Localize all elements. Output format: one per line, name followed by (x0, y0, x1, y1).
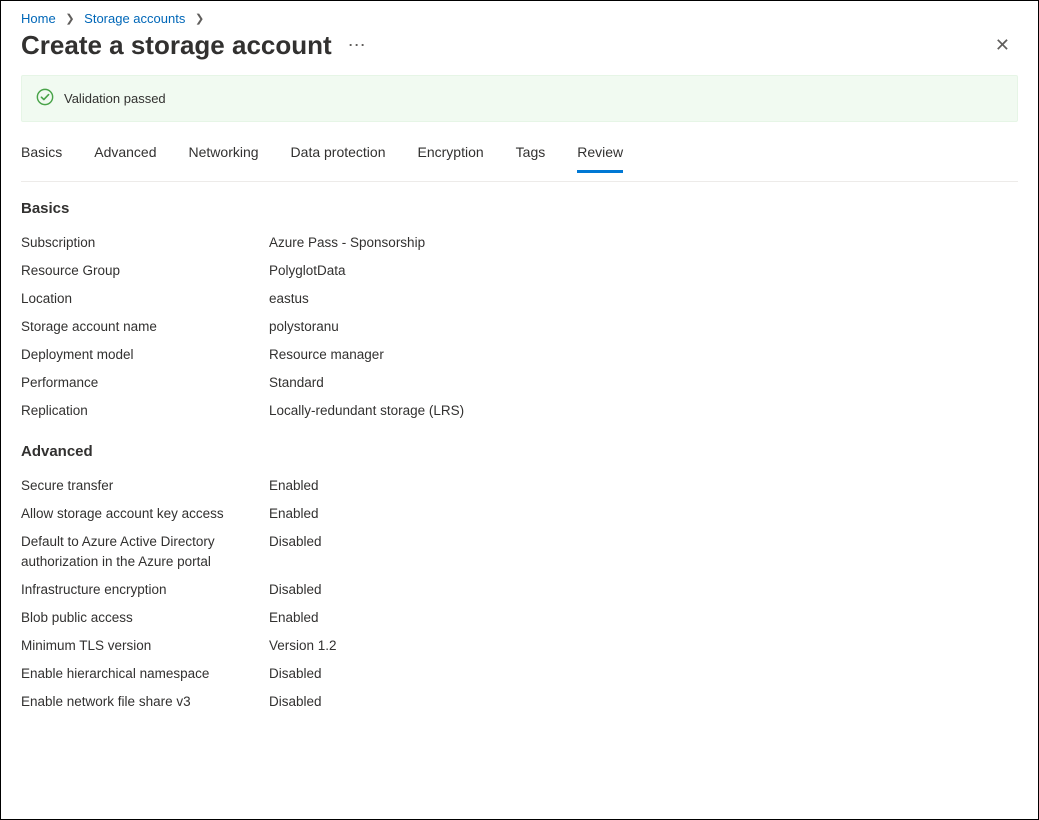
label-secure-transfer: Secure transfer (21, 476, 269, 496)
label-location: Location (21, 289, 269, 309)
page-title: Create a storage account (21, 30, 332, 61)
validation-banner: Validation passed (21, 75, 1018, 122)
row-secure-transfer: Secure transfer Enabled (21, 472, 1018, 500)
label-min-tls: Minimum TLS version (21, 636, 269, 656)
row-storage-account-name: Storage account name polystoranu (21, 313, 1018, 341)
section-heading-advanced: Advanced (21, 425, 1018, 472)
value-secure-transfer: Enabled (269, 476, 1018, 496)
value-subscription: Azure Pass - Sponsorship (269, 233, 1018, 253)
value-location: eastus (269, 289, 1018, 309)
row-resource-group: Resource Group PolyglotData (21, 257, 1018, 285)
value-deployment-model: Resource manager (269, 345, 1018, 365)
label-performance: Performance (21, 373, 269, 393)
row-aad-default-auth: Default to Azure Active Directory author… (21, 528, 1018, 576)
review-scroll-panel[interactable]: Basics Subscription Azure Pass - Sponsor… (21, 181, 1018, 807)
value-resource-group: PolyglotData (269, 261, 1018, 281)
row-infra-encryption: Infrastructure encryption Disabled (21, 576, 1018, 604)
value-infra-encryption: Disabled (269, 580, 1018, 600)
label-blob-public-access: Blob public access (21, 608, 269, 628)
row-nfs-v3: Enable network file share v3 Disabled (21, 688, 1018, 716)
value-aad-default-auth: Disabled (269, 532, 1018, 552)
row-hierarchical-ns: Enable hierarchical namespace Disabled (21, 660, 1018, 688)
label-hierarchical-ns: Enable hierarchical namespace (21, 664, 269, 684)
label-storage-account-name: Storage account name (21, 317, 269, 337)
close-button[interactable]: ✕ (987, 31, 1018, 60)
section-heading-basics: Basics (21, 196, 1018, 229)
row-performance: Performance Standard (21, 369, 1018, 397)
label-aad-default-auth: Default to Azure Active Directory author… (21, 532, 269, 572)
row-allow-key-access: Allow storage account key access Enabled (21, 500, 1018, 528)
label-allow-key-access: Allow storage account key access (21, 504, 269, 524)
chevron-right-icon: ❯ (189, 12, 210, 25)
row-replication: Replication Locally-redundant storage (L… (21, 397, 1018, 425)
tab-encryption[interactable]: Encryption (418, 138, 484, 173)
value-storage-account-name: polystoranu (269, 317, 1018, 337)
value-performance: Standard (269, 373, 1018, 393)
tab-advanced[interactable]: Advanced (94, 138, 156, 173)
tab-data-protection[interactable]: Data protection (291, 138, 386, 173)
label-resource-group: Resource Group (21, 261, 269, 281)
value-allow-key-access: Enabled (269, 504, 1018, 524)
label-infra-encryption: Infrastructure encryption (21, 580, 269, 600)
more-actions-icon[interactable]: ⋯ (348, 35, 367, 56)
tab-tags[interactable]: Tags (516, 138, 546, 173)
row-deployment-model: Deployment model Resource manager (21, 341, 1018, 369)
value-nfs-v3: Disabled (269, 692, 1018, 712)
label-deployment-model: Deployment model (21, 345, 269, 365)
check-circle-icon (36, 88, 54, 109)
row-min-tls: Minimum TLS version Version 1.2 (21, 632, 1018, 660)
value-replication: Locally-redundant storage (LRS) (269, 401, 1018, 421)
row-blob-public-access: Blob public access Enabled (21, 604, 1018, 632)
tab-review[interactable]: Review (577, 138, 623, 173)
label-nfs-v3: Enable network file share v3 (21, 692, 269, 712)
tab-networking[interactable]: Networking (189, 138, 259, 173)
row-subscription: Subscription Azure Pass - Sponsorship (21, 229, 1018, 257)
tab-strip: Basics Advanced Networking Data protecti… (21, 138, 1018, 173)
value-hierarchical-ns: Disabled (269, 664, 1018, 684)
label-subscription: Subscription (21, 233, 269, 253)
horizontal-scrollbar[interactable] (1, 807, 1038, 819)
chevron-right-icon: ❯ (59, 12, 80, 25)
breadcrumb-home[interactable]: Home (21, 11, 56, 26)
close-icon: ✕ (995, 35, 1010, 55)
value-blob-public-access: Enabled (269, 608, 1018, 628)
validation-text: Validation passed (64, 91, 166, 106)
value-min-tls: Version 1.2 (269, 636, 1018, 656)
label-replication: Replication (21, 401, 269, 421)
breadcrumb-storage-accounts[interactable]: Storage accounts (84, 11, 185, 26)
tab-basics[interactable]: Basics (21, 138, 62, 173)
breadcrumb: Home ❯ Storage accounts ❯ (21, 11, 1018, 28)
row-location: Location eastus (21, 285, 1018, 313)
